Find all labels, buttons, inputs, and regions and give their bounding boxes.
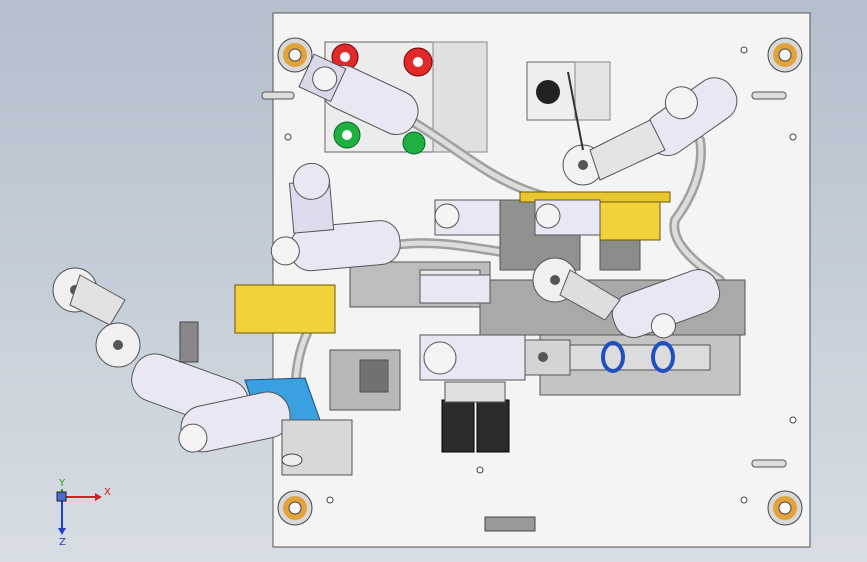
cad-viewport[interactable]: X Y Z [0,0,867,562]
coordinate-triad: X Y Z [56,478,111,548]
triad-z-label: Z [59,537,66,548]
triad-origin [56,491,67,502]
triad-x-arrow [95,493,102,501]
triad-y-label: Y [58,478,66,489]
triad-x-label: X [104,487,111,498]
triad-z-arrow [58,528,66,535]
